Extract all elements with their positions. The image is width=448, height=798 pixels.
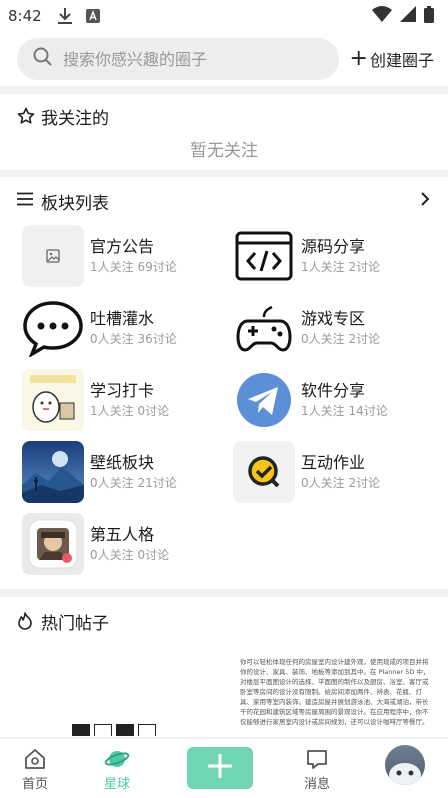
board-name: 互动作业 xyxy=(301,453,366,472)
tab-label: 消息 xyxy=(304,777,331,792)
board-meta: 1人关注 0讨论 xyxy=(90,404,170,418)
wallpaper-landscape-icon xyxy=(22,441,84,503)
tab-label: 星球 xyxy=(104,777,131,792)
board-meta: 0人关注 36讨论 xyxy=(90,332,177,346)
board-name: 壁纸板块 xyxy=(90,453,155,472)
paper-plane-icon xyxy=(233,369,295,431)
create-circle-label: 创建圈子 xyxy=(369,51,434,70)
board-meta: 1人关注 2讨论 xyxy=(301,260,381,274)
create-circle-button[interactable]: + 创建圈子 xyxy=(350,47,434,71)
tab-planet[interactable]: 星球 xyxy=(104,747,130,792)
board-meta: 0人关注 0讨论 xyxy=(90,548,170,562)
plus-icon xyxy=(206,752,234,784)
status-time: 8:42 xyxy=(8,7,42,25)
hot-posts-title: 热门帖子 xyxy=(17,609,448,634)
search-icon xyxy=(33,47,53,71)
q-check-icon xyxy=(233,441,295,503)
empty-follow-text: 暂无关注 xyxy=(190,141,258,161)
code-icon xyxy=(233,225,295,287)
image-placeholder-icon xyxy=(22,225,84,287)
message-icon xyxy=(304,747,330,771)
board-meta: 0人关注 2讨论 xyxy=(301,332,381,346)
list-icon xyxy=(17,192,35,210)
plus-icon: + xyxy=(349,46,368,71)
follow-title-text: 我关注的 xyxy=(41,108,109,129)
board-name: 游戏专区 xyxy=(301,309,366,328)
game-character-icon xyxy=(22,513,84,575)
follow-section-title: 我关注的 xyxy=(17,104,448,129)
search-box[interactable] xyxy=(17,38,339,80)
board-item[interactable]: 第五人格 0人关注 0讨论 xyxy=(22,513,222,575)
board-item[interactable]: 官方公告 1人关注 69讨论 xyxy=(22,225,222,287)
app-notification-icon xyxy=(84,7,102,25)
post-preview-text[interactable]: 你可以轻松体现任何的房屋室内设计建外观，使用现成的项目并将你的设计、家具、装饰、… xyxy=(240,657,430,727)
tab-home[interactable]: 首页 xyxy=(22,747,48,792)
board-item[interactable]: 吐槽灌水 0人关注 36讨论 xyxy=(22,297,222,359)
add-post-button[interactable] xyxy=(187,747,253,789)
gamepad-icon xyxy=(233,297,295,359)
board-meta: 1人关注 69讨论 xyxy=(90,260,177,274)
board-meta: 0人关注 2讨论 xyxy=(301,476,381,490)
search-bar: + 创建圈子 xyxy=(0,32,448,86)
signal-icon xyxy=(400,6,416,26)
star-icon xyxy=(17,107,35,125)
board-name: 软件分享 xyxy=(301,381,366,400)
boards-title-text: 板块列表 xyxy=(41,193,109,214)
status-bar: 8:42 xyxy=(0,0,448,32)
home-icon xyxy=(22,747,48,771)
post-preview-graphic xyxy=(72,724,156,736)
fire-icon xyxy=(17,612,35,630)
battery-icon xyxy=(424,5,434,27)
study-sticker-icon xyxy=(22,369,84,431)
download-icon xyxy=(56,7,74,25)
chat-bubble-icon xyxy=(22,297,84,359)
board-name: 源码分享 xyxy=(301,237,366,256)
board-name: 吐槽灌水 xyxy=(90,309,155,328)
board-item[interactable]: 壁纸板块 0人关注 21讨论 xyxy=(22,441,222,503)
board-item[interactable]: 源码分享 1人关注 2讨论 xyxy=(233,225,433,287)
board-item[interactable]: 软件分享 1人关注 14讨论 xyxy=(233,369,433,431)
boards-section: 板块列表 官方公告 1人关注 69讨论 源码分享 1人关注 2讨论 吐槽灌水 0… xyxy=(0,177,448,589)
board-item[interactable]: 互动作业 0人关注 2讨论 xyxy=(233,441,433,503)
board-name: 第五人格 xyxy=(90,525,155,544)
boards-section-title: 板块列表 xyxy=(17,189,448,214)
hot-posts-section: 热门帖子 你可以轻松体现任何的房屋室内设计建外观，使用现成的项目并将你的设计、家… xyxy=(0,597,448,737)
board-meta: 1人关注 14讨论 xyxy=(301,404,388,418)
board-meta: 0人关注 21讨论 xyxy=(90,476,177,490)
board-name: 学习打卡 xyxy=(90,381,155,400)
board-item[interactable]: 游戏专区 0人关注 2讨论 xyxy=(233,297,433,359)
bottom-tab-bar: 首页 星球 消息 xyxy=(0,738,448,798)
board-name: 官方公告 xyxy=(90,237,155,256)
chevron-right-icon[interactable] xyxy=(420,191,430,211)
planet-icon xyxy=(104,747,130,771)
follow-section: 我关注的 暂无关注 xyxy=(0,94,448,170)
search-input[interactable] xyxy=(63,49,303,69)
hot-title-text: 热门帖子 xyxy=(41,613,109,634)
tab-label: 首页 xyxy=(22,777,49,792)
avatar[interactable] xyxy=(385,745,425,785)
board-item[interactable]: 学习打卡 1人关注 0讨论 xyxy=(22,369,222,431)
wifi-icon xyxy=(372,6,392,26)
tab-messages[interactable]: 消息 xyxy=(304,747,330,792)
